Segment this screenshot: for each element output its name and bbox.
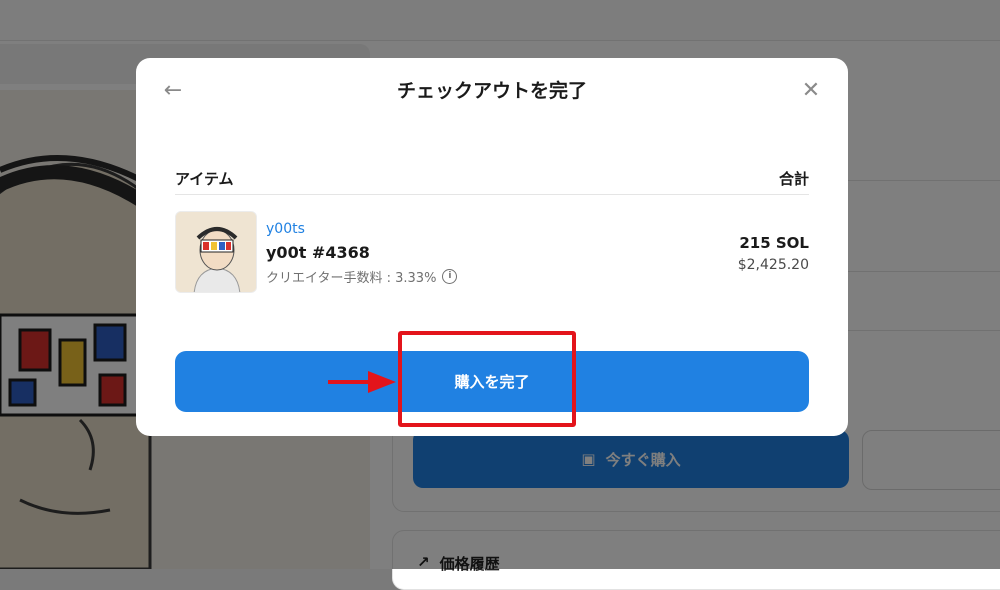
total-column-header: 合計 [778, 170, 809, 188]
creator-fee-text: クリエイター手数料 : 3.33% [266, 271, 437, 286]
price-sol: 215 SOL [739, 234, 809, 252]
header-divider [175, 194, 809, 195]
creator-fee-row: クリエイター手数料 : 3.33% i [266, 267, 458, 286]
annotation-arrow-icon [328, 371, 396, 393]
close-button[interactable]: ✕ [798, 78, 824, 104]
price-usd: $2,425.20 [737, 257, 809, 273]
info-icon[interactable]: i [442, 269, 458, 284]
item-thumbnail [175, 211, 257, 293]
annotation-highlight-box [398, 331, 576, 427]
item-name: y00t #4368 [266, 243, 370, 262]
item-thumbnail-image [176, 212, 256, 292]
item-column-header: アイテム [175, 170, 234, 188]
collection-link[interactable]: y00ts [266, 221, 305, 237]
modal-title: チェックアウトを完了 [396, 80, 587, 102]
close-icon: ✕ [801, 78, 821, 103]
